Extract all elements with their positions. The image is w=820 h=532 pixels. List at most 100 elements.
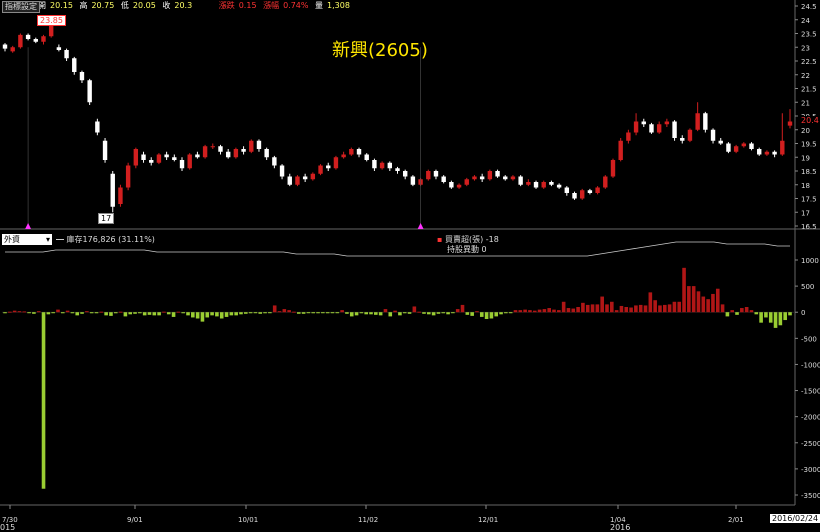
buy-sell-bar: [282, 309, 287, 313]
buy-sell-bar: [547, 308, 552, 313]
buy-sell-label: 買賣超(張): [444, 235, 484, 244]
inventory-label: 庫存176,826 (31.11%): [66, 235, 155, 244]
candle-body: [703, 113, 708, 130]
indicator-tick-label: -3500: [801, 492, 820, 500]
buy-sell-bar: [191, 312, 195, 318]
candle-body: [726, 143, 731, 152]
buy-sell-bar: [532, 310, 537, 313]
price-tick-label: 16.5: [801, 223, 817, 231]
candle-body: [710, 129, 716, 141]
buy-sell-bar: [104, 312, 108, 316]
volume-value: 1,308: [327, 1, 350, 10]
buy-sell-bar: [518, 310, 523, 313]
candle-body: [218, 146, 223, 152]
candle-body: [456, 184, 462, 188]
candle-body: [141, 154, 146, 160]
candle-body: [364, 154, 369, 160]
price-tick-label: 22: [801, 72, 810, 80]
buy-sell-bar: [17, 311, 22, 313]
candle-body: [95, 121, 100, 133]
candle-body: [680, 138, 685, 141]
candle-body: [272, 157, 277, 166]
candle-body: [526, 182, 531, 185]
change-label: 漲跌: [218, 1, 235, 10]
date-tick-label: 2/01: [728, 516, 744, 524]
indicator-select[interactable]: 外資 ▾: [2, 234, 52, 245]
candle-body: [356, 149, 362, 155]
price-tick-label: 22.5: [801, 58, 817, 66]
buy-sell-bar: [523, 309, 527, 313]
buy-sell-bar: [648, 292, 653, 313]
price-grid: [0, 0, 820, 506]
buy-sell-bar: [402, 312, 407, 314]
candle-body: [110, 173, 115, 207]
candle-body: [18, 34, 23, 48]
candle-body: [372, 160, 377, 169]
candle-body: [118, 187, 123, 204]
buy-sell-bar: [557, 310, 561, 313]
candle-body: [479, 176, 485, 180]
buy-sell-bar: [128, 312, 133, 315]
buy-sell-bar: [427, 312, 431, 315]
candle-body: [187, 154, 192, 169]
buy-sell-bar: [85, 311, 89, 313]
candle-body: [48, 25, 54, 37]
buy-sell-bar: [662, 304, 667, 313]
buy-sell-bar: [595, 304, 600, 313]
buy-sell-bar: [759, 312, 763, 323]
buy-sell-bar: [215, 312, 219, 317]
buy-sell-bar: [60, 312, 65, 314]
buy-sell-bar: [600, 296, 604, 313]
buy-sell-bar: [46, 312, 51, 315]
buy-sell-bar: [210, 312, 214, 316]
buy-sell-bar: [349, 312, 354, 317]
candle-body: [33, 39, 38, 42]
buy-sell-bar: [27, 312, 31, 314]
candle-body: [2, 44, 8, 49]
candle-body: [256, 140, 262, 149]
candle-body: [41, 36, 46, 42]
candle-body: [387, 162, 393, 169]
price-tick-label: 17.5: [801, 196, 817, 204]
buy-sell-bar: [585, 304, 590, 313]
candle-body: [402, 171, 408, 177]
buy-sell-bar: [576, 307, 580, 313]
candle-body: [79, 72, 85, 81]
buy-sell-bar: [388, 312, 393, 317]
indicator-tick-label: 500: [801, 283, 814, 291]
price-tick-label: 20: [801, 127, 810, 135]
candle-body: [464, 179, 469, 185]
buy-sell-bar: [181, 312, 185, 314]
candle-body: [564, 187, 570, 193]
buy-sell-bar: [436, 312, 441, 314]
chevron-down-icon: ▾: [45, 235, 50, 244]
buy-sell-bar: [113, 312, 118, 314]
buy-sell-bar: [12, 310, 17, 313]
buy-sell-bar: [735, 312, 739, 315]
buy-sell-bar: [195, 312, 200, 319]
buy-sell-bar: [773, 312, 778, 328]
buy-sell-bar: [706, 299, 710, 313]
buy-sell-bar: [65, 310, 70, 313]
buy-sell-bar: [340, 310, 344, 313]
candle-body: [718, 140, 723, 144]
buy-sell-bar: [248, 312, 253, 314]
buy-sell-bar: [658, 305, 662, 313]
candle-body: [764, 151, 770, 155]
buy-sell-bar: [70, 312, 75, 314]
indicator-settings-button[interactable]: 指標設定: [2, 1, 40, 13]
candle-body: [664, 121, 670, 125]
buy-sell-bar: [393, 310, 397, 313]
buy-sell-bar: [354, 312, 359, 316]
candle-body: [449, 182, 454, 188]
candle-body: [310, 173, 316, 180]
date-tick-label: 11/02: [358, 516, 378, 524]
buy-sell-bar: [166, 312, 171, 315]
candle-body: [264, 149, 269, 158]
buy-sell-bar: [768, 312, 773, 323]
buy-sell-bar: [715, 288, 720, 313]
indicator-tick-label: 0: [801, 309, 805, 317]
buy-sell-bar: [263, 312, 267, 314]
buy-sell-bar: [239, 312, 243, 315]
candle-body: [603, 176, 608, 188]
